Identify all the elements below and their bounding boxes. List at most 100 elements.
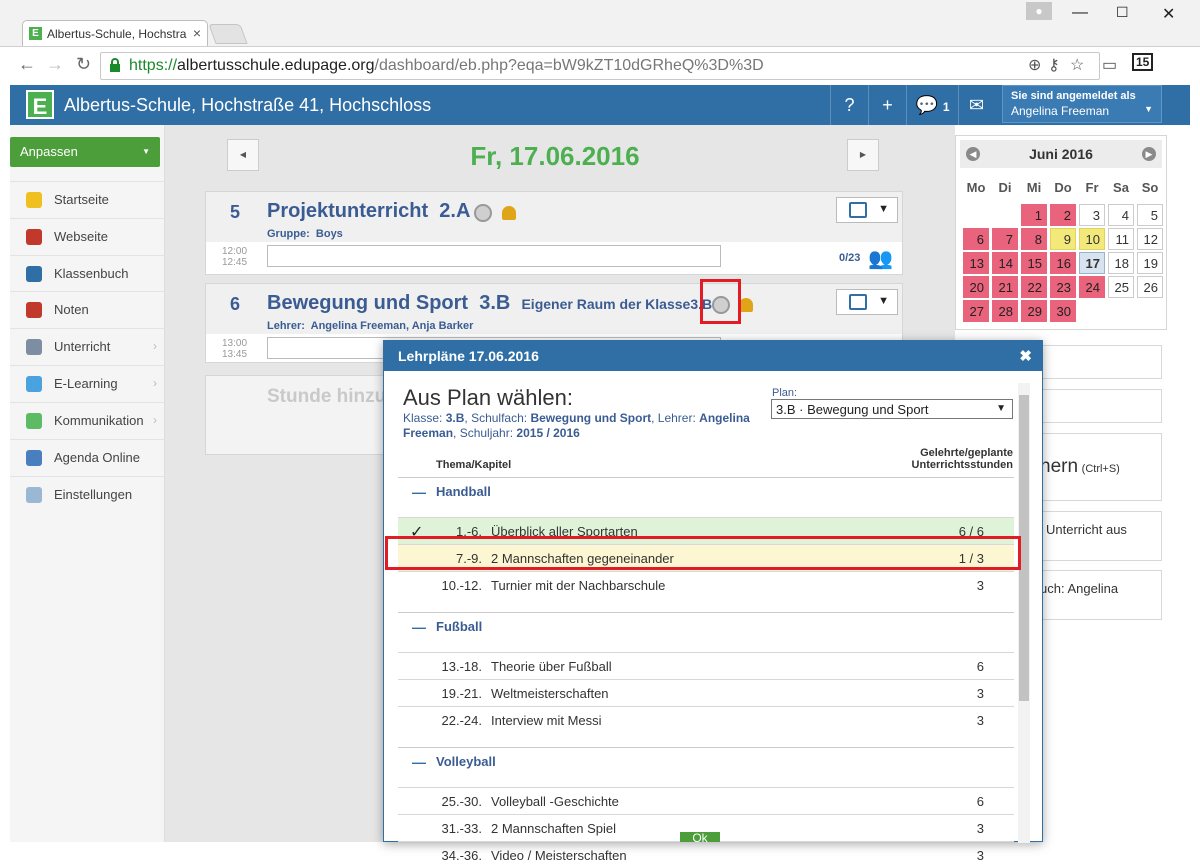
calendar: ◀ Juni 2016 ▶ Mo Di Mi Do Fr Sa So 1 2 3 4 5 6 7 8 9 10 1…: [955, 135, 1167, 330]
bell-icon[interactable]: [502, 206, 516, 220]
calendar-day[interactable]: 29: [1021, 300, 1047, 322]
collapse-icon[interactable]: —: [412, 484, 426, 500]
calendar-day[interactable]: 6: [963, 228, 989, 250]
extension-badge[interactable]: 15: [1132, 53, 1154, 71]
book-panel[interactable]: uch: Angelina: [1040, 570, 1162, 620]
close-window-icon[interactable]: ✕: [1162, 4, 1175, 24]
cast-icon[interactable]: ▭: [1102, 55, 1117, 75]
browser-tab[interactable]: E Albertus-Schule, Hochstra ×: [22, 20, 208, 46]
close-icon[interactable]: ✖: [1019, 347, 1032, 365]
minimize-icon[interactable]: —: [1072, 4, 1088, 22]
sidebar-item-klassenbuch[interactable]: Klassenbuch: [10, 255, 165, 291]
sidebar-item-agenda-online[interactable]: Agenda Online: [10, 439, 165, 475]
maximize-icon[interactable]: ☐: [1116, 4, 1129, 21]
calendar-day[interactable]: 5: [1137, 204, 1163, 226]
calendar-day[interactable]: 14: [992, 252, 1018, 274]
curriculum-group[interactable]: — Fußball: [398, 612, 1014, 638]
calendar-day[interactable]: 19: [1137, 252, 1163, 274]
sidebar-item-noten[interactable]: Noten: [10, 291, 165, 327]
lesson-topic-field[interactable]: [267, 245, 721, 267]
edupage-logo[interactable]: E: [26, 90, 54, 119]
curriculum-group[interactable]: — Handball: [398, 477, 1014, 503]
calendar-day[interactable]: 23: [1050, 276, 1076, 298]
sidebar-item-webseite[interactable]: Webseite: [10, 218, 165, 254]
calendar-day[interactable]: 25: [1108, 276, 1134, 298]
key-icon[interactable]: ⚷: [1048, 55, 1060, 75]
curriculum-row[interactable]: 25.-30. Volleyball -Geschichte 6: [398, 787, 1014, 814]
import-panel[interactable]: Unterricht aus: [1040, 511, 1162, 561]
calendar-day[interactable]: 2: [1050, 204, 1076, 226]
edit-lesson-button[interactable]: ▼: [836, 197, 898, 223]
login-label: Sie sind angemeldet als: [1011, 90, 1136, 102]
prev-day-button[interactable]: ◀: [227, 139, 259, 171]
calendar-day[interactable]: 20: [963, 276, 989, 298]
mail-button[interactable]: ✉: [958, 85, 994, 125]
calendar-month: Juni 2016: [1029, 146, 1093, 162]
ok-button[interactable]: Ok: [680, 832, 720, 842]
next-month-icon[interactable]: ▶: [1142, 147, 1156, 161]
forward-icon[interactable]: →: [46, 54, 64, 75]
collapse-icon[interactable]: —: [412, 619, 426, 635]
calendar-day[interactable]: 17: [1079, 252, 1105, 274]
user-menu[interactable]: Sie sind angemeldet als Angelina Freeman…: [1002, 85, 1162, 123]
calendar-day[interactable]: 8: [1021, 228, 1047, 250]
bookmark-star-icon[interactable]: ☆: [1070, 55, 1084, 75]
sidebar-item-kommunikation[interactable]: Kommunikation ›: [10, 402, 165, 438]
curriculum-row[interactable]: 10.-12. Turnier mit der Nachbarschule 3: [398, 571, 1014, 598]
side-panel[interactable]: [1040, 345, 1162, 379]
edit-lesson-button[interactable]: ▼: [836, 289, 898, 315]
curriculum-sync-icon[interactable]: [474, 204, 492, 222]
curriculum-group[interactable]: — Volleyball: [398, 747, 1014, 773]
address-bar[interactable]: https://albertusschule.edupage.org/dashb…: [100, 52, 1100, 80]
calendar-day[interactable]: 26: [1137, 276, 1163, 298]
side-panel[interactable]: [1040, 389, 1162, 423]
calendar-day[interactable]: 9: [1050, 228, 1076, 250]
collapse-icon[interactable]: —: [412, 754, 426, 770]
add-button[interactable]: +: [868, 85, 906, 125]
calendar-day[interactable]: 1: [1021, 204, 1047, 226]
back-icon[interactable]: ←: [18, 54, 36, 75]
new-tab-button[interactable]: [208, 24, 248, 44]
lesson-hours: 3: [976, 686, 984, 701]
calendar-day[interactable]: 24: [1079, 276, 1105, 298]
tab-close-icon[interactable]: ×: [193, 25, 201, 41]
app-header: E Albertus-Schule, Hochstraße 41, Hochsc…: [10, 85, 1190, 125]
calendar-day[interactable]: 7: [992, 228, 1018, 250]
curriculum-row[interactable]: 13.-18. Theorie über Fußball 6: [398, 652, 1014, 679]
save-panel[interactable]: hern (Ctrl+S): [1040, 433, 1162, 501]
next-day-button[interactable]: ▶: [847, 139, 879, 171]
calendar-day[interactable]: 27: [963, 300, 989, 322]
sidebar-item-unterricht[interactable]: Unterricht ›: [10, 328, 165, 364]
sidebar-item-einstellungen[interactable]: Einstellungen: [10, 476, 165, 512]
messages-button[interactable]: 💬 1: [906, 85, 958, 125]
profile-icon[interactable]: ●: [1026, 2, 1052, 20]
calendar-day[interactable]: 16: [1050, 252, 1076, 274]
calendar-day[interactable]: 30: [1050, 300, 1076, 322]
calendar-day[interactable]: 12: [1137, 228, 1163, 250]
curriculum-row[interactable]: 22.-24. Interview mit Messi 3: [398, 706, 1014, 733]
calendar-day[interactable]: 28: [992, 300, 1018, 322]
plan-value: 3.B · Bewegung und Sport: [776, 402, 929, 417]
reload-icon[interactable]: ↻: [76, 54, 91, 75]
sidebar-item-e-learning[interactable]: E-Learning ›: [10, 365, 165, 401]
sidebar-item-startseite[interactable]: Startseite: [10, 181, 165, 217]
calendar-day[interactable]: 15: [1021, 252, 1047, 274]
calendar-day[interactable]: 10: [1079, 228, 1105, 250]
students-icon[interactable]: 👥: [868, 246, 893, 271]
plan-select[interactable]: 3.B · Bewegung und Sport ▼: [771, 399, 1013, 419]
calendar-day[interactable]: 13: [963, 252, 989, 274]
zoom-icon[interactable]: ⊕: [1028, 55, 1041, 75]
calendar-day[interactable]: 4: [1108, 204, 1134, 226]
calendar-day[interactable]: 21: [992, 276, 1018, 298]
calendar-day[interactable]: 11: [1108, 228, 1134, 250]
customize-button[interactable]: Anpassen ▼: [10, 137, 160, 167]
weekday-label: Mi: [1026, 180, 1042, 195]
curriculum-row[interactable]: 34.-36. Video / Meisterschaften 3: [398, 841, 1014, 868]
lesson-card[interactable]: 5 Projektunterricht 2.A Gruppe: Boys ▼ 1…: [205, 191, 903, 275]
calendar-day[interactable]: 18: [1108, 252, 1134, 274]
curriculum-row[interactable]: 19.-21. Weltmeisterschaften 3: [398, 679, 1014, 706]
help-button[interactable]: ?: [830, 85, 868, 125]
calendar-day[interactable]: 22: [1021, 276, 1047, 298]
calendar-day[interactable]: 3: [1079, 204, 1105, 226]
bell-icon[interactable]: [739, 298, 753, 312]
